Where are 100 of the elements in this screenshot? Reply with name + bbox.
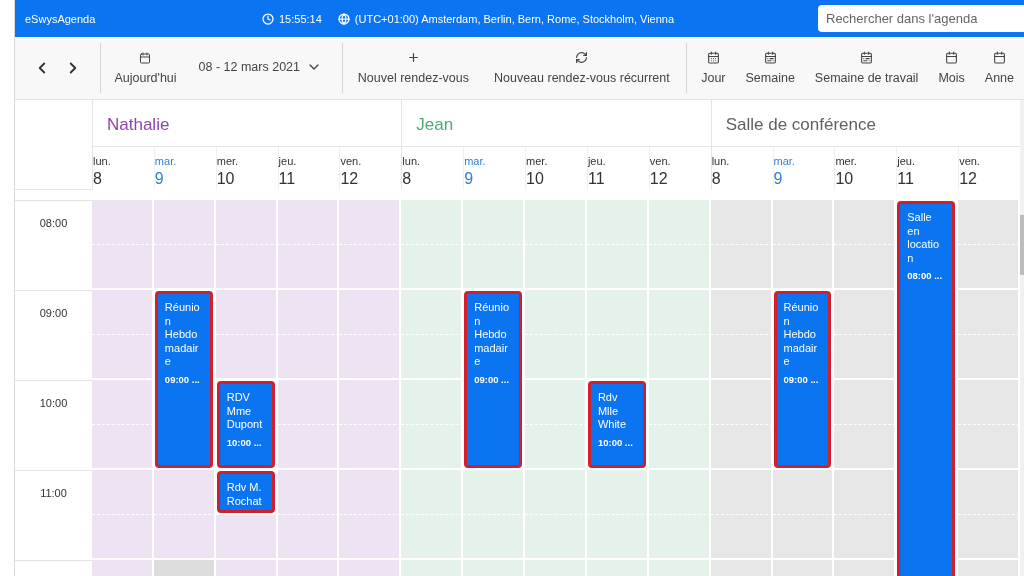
time-slot[interactable]	[834, 245, 897, 290]
time-slot[interactable]	[463, 470, 526, 515]
time-slot[interactable]	[648, 515, 711, 560]
time-slot[interactable]	[958, 380, 1020, 425]
time-slot[interactable]	[586, 515, 649, 560]
toolbar-button[interactable]: Nouvel rendez-vous	[342, 37, 484, 99]
time-slot[interactable]	[277, 290, 340, 335]
time-slot[interactable]	[277, 380, 340, 425]
search-field[interactable]: Rechercher dans l'agenda	[818, 5, 1024, 32]
time-slot[interactable]	[525, 335, 587, 380]
time-slot[interactable]	[958, 245, 1020, 290]
time-slot[interactable]	[958, 200, 1020, 245]
time-slot[interactable]	[834, 380, 897, 425]
event-card[interactable]: Réunion Hebdomadaire 09:00 ...	[773, 291, 832, 468]
time-slot[interactable]	[339, 335, 402, 380]
time-slot[interactable]	[277, 515, 340, 560]
view-button[interactable]: Anne	[974, 37, 1024, 99]
toolbar-button[interactable]: Nouveau rendez-vous récurrent	[483, 37, 680, 99]
time-slot[interactable]	[92, 245, 154, 290]
time-slot[interactable]	[277, 335, 340, 380]
time-slot[interactable]	[277, 200, 340, 245]
time-slot[interactable]	[586, 470, 649, 515]
time-slot[interactable]	[92, 200, 154, 245]
time-slot[interactable]	[92, 515, 154, 560]
time-slot[interactable]	[710, 290, 773, 335]
time-slot[interactable]	[525, 200, 587, 245]
time-slot[interactable]	[710, 470, 773, 515]
time-slot[interactable]	[92, 290, 154, 335]
time-slot[interactable]	[525, 425, 587, 470]
time-slot[interactable]	[153, 515, 216, 560]
time-slot[interactable]	[339, 380, 402, 425]
time-slot[interactable]	[92, 335, 154, 380]
time-slot[interactable]	[648, 245, 711, 290]
time-slot[interactable]	[958, 425, 1020, 470]
time-slot[interactable]	[710, 380, 773, 425]
event-card[interactable]: Salle en location 08:00 ...	[897, 201, 956, 576]
time-slot[interactable]	[339, 470, 402, 515]
time-slot[interactable]	[401, 515, 464, 560]
time-slot[interactable]	[648, 290, 711, 335]
time-slot[interactable]	[401, 470, 464, 515]
time-slot[interactable]	[153, 470, 216, 515]
time-slot[interactable]	[772, 200, 835, 245]
time-slot[interactable]	[525, 245, 587, 290]
time-slot[interactable]	[153, 245, 216, 290]
event-card[interactable]: Rdv M. Rochat	[216, 471, 275, 513]
time-slot[interactable]	[648, 470, 711, 515]
view-button[interactable]: Semaine	[735, 37, 805, 99]
time-slot[interactable]	[648, 200, 711, 245]
time-slot[interactable]	[586, 245, 649, 290]
time-slot[interactable]	[339, 245, 402, 290]
time-slot[interactable]	[648, 425, 711, 470]
time-slot[interactable]	[710, 200, 773, 245]
time-slot[interactable]	[401, 335, 464, 380]
time-slot[interactable]	[215, 290, 278, 335]
time-slot[interactable]	[710, 245, 773, 290]
time-slot[interactable]	[277, 470, 340, 515]
time-slot[interactable]	[339, 290, 402, 335]
time-slot[interactable]	[958, 470, 1020, 515]
time-slot[interactable]	[834, 335, 897, 380]
view-button[interactable]: Semaine de travail	[804, 37, 929, 99]
time-slot[interactable]	[834, 290, 897, 335]
time-slot[interactable]	[92, 380, 154, 425]
time-slot[interactable]	[834, 425, 897, 470]
time-slot[interactable]	[215, 335, 278, 380]
view-button[interactable]: Jour	[691, 37, 736, 99]
time-slot[interactable]	[834, 470, 897, 515]
time-slot[interactable]	[772, 470, 835, 515]
time-slot[interactable]	[710, 335, 773, 380]
time-slot[interactable]	[92, 470, 154, 515]
time-slot[interactable]	[525, 290, 587, 335]
time-slot[interactable]	[463, 200, 526, 245]
time-slot[interactable]	[401, 290, 464, 335]
time-slot[interactable]	[339, 200, 402, 245]
time-slot[interactable]	[958, 290, 1020, 335]
time-slot[interactable]	[834, 200, 897, 245]
time-slot[interactable]	[710, 425, 773, 470]
time-slot[interactable]	[834, 515, 897, 560]
time-slot[interactable]	[153, 200, 216, 245]
time-slot[interactable]	[525, 380, 587, 425]
time-slot[interactable]	[586, 290, 649, 335]
time-slot[interactable]	[401, 200, 464, 245]
time-slot[interactable]	[648, 380, 711, 425]
time-slot[interactable]	[648, 335, 711, 380]
view-button[interactable]: Mois	[928, 37, 975, 99]
time-slot[interactable]	[401, 425, 464, 470]
event-card[interactable]: Rdv Mlle White 10:00 ...	[587, 381, 646, 468]
time-slot[interactable]	[215, 515, 278, 560]
time-slot[interactable]	[277, 245, 340, 290]
time-slot[interactable]	[772, 245, 835, 290]
event-card[interactable]: RDV Mme Dupont 10:00 ...	[216, 381, 275, 468]
time-slot[interactable]	[401, 245, 464, 290]
time-slot[interactable]	[339, 515, 402, 560]
date-range-dropdown[interactable]: 08 - 12 mars 2021	[190, 37, 342, 97]
today-button[interactable]: Aujourd'hui	[100, 37, 191, 99]
time-slot[interactable]	[215, 200, 278, 245]
time-slot[interactable]	[401, 380, 464, 425]
time-slot[interactable]	[277, 425, 340, 470]
event-card[interactable]: Réunion Hebdomadaire 09:00 ...	[464, 291, 523, 468]
time-slot[interactable]	[586, 335, 649, 380]
time-slot[interactable]	[525, 470, 587, 515]
